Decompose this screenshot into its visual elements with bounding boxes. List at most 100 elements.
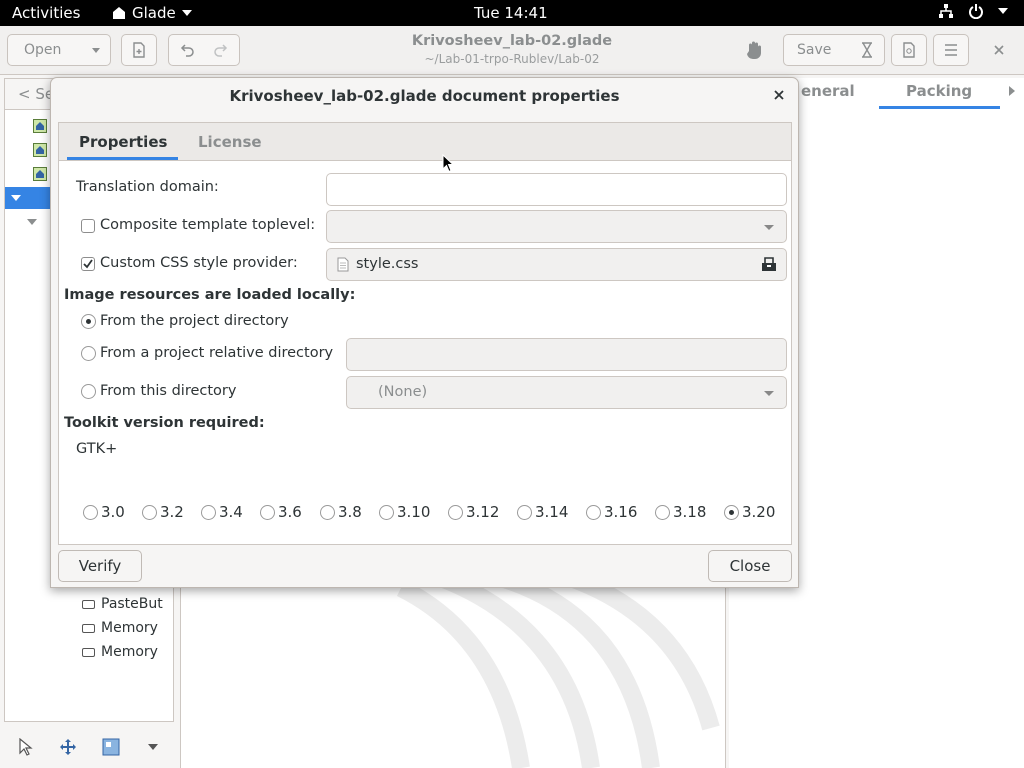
version-option[interactable]: 3.12 xyxy=(448,503,499,521)
chevron-down-icon xyxy=(181,10,192,16)
tab-properties[interactable]: Properties xyxy=(79,133,167,151)
top-bar: Activities Glade Tue 14:41 xyxy=(0,0,1024,26)
version-option[interactable]: 3.0 xyxy=(83,503,125,521)
composite-template-checkbox[interactable] xyxy=(81,219,95,233)
version-radio[interactable] xyxy=(201,504,216,520)
tab-license[interactable]: License xyxy=(198,133,262,151)
widget-icon xyxy=(33,143,47,157)
pointer-icon[interactable] xyxy=(18,738,34,756)
version-label: 3.0 xyxy=(101,503,125,521)
chevron-down-icon xyxy=(764,225,774,230)
hand-icon[interactable] xyxy=(743,39,765,61)
glade-watermark-icon xyxy=(396,578,720,768)
relative-directory-input[interactable] xyxy=(346,338,787,371)
version-option[interactable]: 3.14 xyxy=(517,503,568,521)
version-radio[interactable] xyxy=(379,504,394,520)
main-menu-button[interactable] xyxy=(933,34,969,66)
toolkit-version-heading: Toolkit version required: xyxy=(64,415,265,431)
app-menu-label: Glade xyxy=(132,4,176,22)
text-file-icon xyxy=(337,257,349,272)
radio-label: From a project relative directory xyxy=(100,345,334,361)
chevron-right-icon[interactable] xyxy=(1009,86,1016,96)
tree-item[interactable]: Memory xyxy=(82,644,158,660)
expander-icon[interactable] xyxy=(11,195,21,203)
widget-icon xyxy=(33,167,47,181)
version-radio[interactable] xyxy=(83,504,98,520)
version-radio[interactable] xyxy=(655,504,670,520)
tab-indicator xyxy=(879,106,1000,109)
radio-label: From this directory xyxy=(100,383,237,399)
version-option[interactable]: 3.18 xyxy=(655,503,706,521)
translation-domain-label: Translation domain: xyxy=(76,179,219,195)
tree-item-label: Memory xyxy=(101,620,158,636)
document-preview-icon xyxy=(903,42,915,58)
version-option[interactable]: 3.6 xyxy=(260,503,302,521)
version-option[interactable]: 3.2 xyxy=(142,503,184,521)
version-radio[interactable] xyxy=(260,504,275,520)
version-option[interactable]: 3.8 xyxy=(320,503,362,521)
composite-template-select[interactable] xyxy=(326,210,787,243)
dialog-title: Krivosheev_lab-02.glade document propert… xyxy=(229,87,620,105)
version-label: 3.10 xyxy=(397,503,431,521)
version-radio[interactable] xyxy=(586,504,601,520)
version-radio[interactable] xyxy=(448,504,463,520)
css-file-chooser[interactable]: style.css xyxy=(326,248,787,281)
open-file-icon xyxy=(762,257,776,271)
close-button[interactable]: Close xyxy=(708,550,792,582)
properties-notebook: Properties License Translation domain: C… xyxy=(58,122,792,545)
radio-this-directory[interactable] xyxy=(81,384,96,399)
tab-packing[interactable]: Packing xyxy=(906,82,972,100)
version-option[interactable]: 3.16 xyxy=(586,503,637,521)
clock[interactable]: Tue 14:41 xyxy=(474,4,548,22)
close-icon[interactable] xyxy=(774,90,784,100)
composite-template-label: Composite template toplevel: xyxy=(100,217,316,233)
header-bar: Open Krivosheev_lab-02.glade ~/Lab-01-tr… xyxy=(0,26,1024,75)
version-option[interactable]: 3.10 xyxy=(379,503,430,521)
search-label: < Se xyxy=(18,85,55,103)
close-icon[interactable] xyxy=(994,45,1004,55)
version-option[interactable]: 3.20 xyxy=(724,503,775,521)
move-icon[interactable] xyxy=(59,738,77,756)
verify-button[interactable]: Verify xyxy=(58,550,142,582)
radio-relative-directory[interactable] xyxy=(81,346,96,361)
tool-bar xyxy=(0,722,176,768)
version-radio[interactable] xyxy=(517,504,532,520)
expander-icon[interactable] xyxy=(27,219,37,227)
save-as-icon[interactable] xyxy=(860,42,874,58)
version-label: 3.20 xyxy=(742,503,776,521)
tab-indicator xyxy=(67,157,178,160)
power-icon xyxy=(969,4,983,19)
version-radio-selected[interactable] xyxy=(724,504,739,520)
translation-domain-input[interactable] xyxy=(326,173,787,206)
notebook-tabs: Properties License xyxy=(59,123,791,161)
activities-button[interactable]: Activities xyxy=(12,4,80,22)
chevron-down-icon xyxy=(998,8,1008,14)
save-button[interactable]: Save xyxy=(797,42,831,58)
hamburger-icon xyxy=(945,44,957,56)
this-directory-select[interactable]: (None) xyxy=(346,376,787,409)
version-label: 3.8 xyxy=(338,503,362,521)
tab-general[interactable]: eneral xyxy=(801,82,855,100)
radio-project-directory[interactable] xyxy=(81,314,96,329)
button-widget-icon xyxy=(82,623,95,633)
preview-button[interactable] xyxy=(891,34,927,66)
version-option[interactable]: 3.4 xyxy=(201,503,243,521)
system-tray[interactable] xyxy=(938,3,1008,19)
tree-item[interactable]: Memory xyxy=(82,620,158,636)
widget-icon xyxy=(33,119,47,133)
custom-css-label: Custom CSS style provider: xyxy=(100,255,298,271)
glade-app-icon xyxy=(113,7,125,19)
tree-item-label: Memory xyxy=(101,644,158,660)
custom-css-checkbox[interactable] xyxy=(81,257,95,271)
tree-item[interactable]: PasteBut xyxy=(82,596,163,612)
css-file-name: style.css xyxy=(356,256,419,272)
version-radio[interactable] xyxy=(142,504,157,520)
button-widget-icon xyxy=(82,647,95,657)
network-icon xyxy=(939,4,953,18)
version-radio[interactable] xyxy=(320,504,335,520)
image-resources-heading: Image resources are loaded locally: xyxy=(64,287,356,303)
toolkit-name: GTK+ xyxy=(76,441,118,457)
app-menu[interactable]: Glade xyxy=(112,4,192,22)
chevron-down-icon[interactable] xyxy=(148,744,158,751)
drag-resize-icon[interactable] xyxy=(102,738,120,756)
